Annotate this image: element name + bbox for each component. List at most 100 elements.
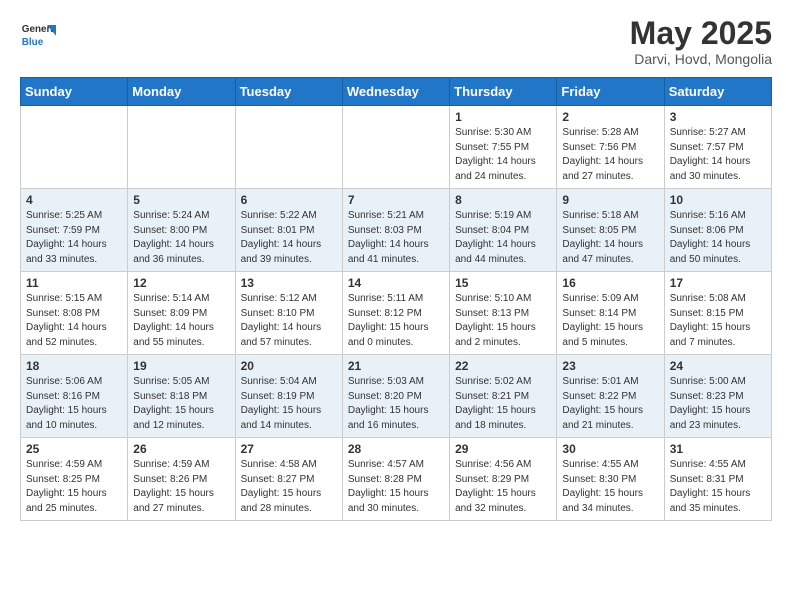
calendar-cell: 30 Sunrise: 4:55 AM Sunset: 8:30 PM Dayli… (557, 438, 664, 521)
calendar-cell: 27Sunrise: 4:58 AM Sunset: 8:27 PM Dayli… (235, 438, 342, 521)
calendar-cell: 13 Sunrise: 5:12 AM Sunset: 8:10 PM Dayli… (235, 272, 342, 355)
day-number: 13 (241, 276, 337, 290)
day-info: Sunrise: 5:19 AM Sunset: 8:04 PM Dayligh… (455, 209, 551, 267)
title-location: Darvi, Hovd, Mongolia (630, 51, 772, 67)
day-number: 14 (348, 276, 444, 290)
calendar-cell: 20 Sunrise: 5:04 AM Sunset: 8:19 PM Dayli… (235, 355, 342, 438)
title-month: May 2025 (630, 16, 772, 51)
day-number: 9 (562, 193, 658, 207)
logo-icon: General Blue (20, 16, 56, 52)
day-number: 1 (455, 110, 551, 124)
calendar-cell: 9 Sunrise: 5:18 AM Sunset: 8:05 PM Daylig… (557, 189, 664, 272)
day-info: Sunrise: 5:14 AM Sunset: 8:09 PM Dayligh… (133, 292, 229, 350)
calendar-cell: 5Sunrise: 5:24 AM Sunset: 8:00 PM Daylig… (128, 189, 235, 272)
title-block: May 2025 Darvi, Hovd, Mongolia (630, 16, 772, 67)
calendar-cell: 25 Sunrise: 4:59 AM Sunset: 8:25 PM Dayli… (21, 438, 128, 521)
day-info: Sunrise: 5:10 AM Sunset: 8:13 PM Dayligh… (455, 292, 551, 350)
calendar-cell: 8 Sunrise: 5:19 AM Sunset: 8:04 PM Daylig… (450, 189, 557, 272)
calendar-week-1: 1 Sunrise: 5:30 AM Sunset: 7:55 PM Daylig… (21, 106, 772, 189)
day-number: 16 (562, 276, 658, 290)
day-number: 5 (133, 193, 229, 207)
day-number: 19 (133, 359, 229, 373)
day-info: Sunrise: 4:58 AM Sunset: 8:27 PM Dayligh… (241, 458, 337, 516)
col-friday: Friday (557, 78, 664, 106)
calendar-cell: 16Sunrise: 5:09 AM Sunset: 8:14 PM Dayli… (557, 272, 664, 355)
calendar-cell: 1 Sunrise: 5:30 AM Sunset: 7:55 PM Daylig… (450, 106, 557, 189)
day-info: Sunrise: 5:28 AM Sunset: 7:56 PM Dayligh… (562, 126, 658, 184)
calendar-cell: 22Sunrise: 5:02 AM Sunset: 8:21 PM Dayli… (450, 355, 557, 438)
day-info: Sunrise: 4:55 AM Sunset: 8:31 PM Dayligh… (670, 458, 766, 516)
day-number: 29 (455, 442, 551, 456)
day-info: Sunrise: 5:18 AM Sunset: 8:05 PM Dayligh… (562, 209, 658, 267)
calendar-cell: 31 Sunrise: 4:55 AM Sunset: 8:31 PM Dayli… (664, 438, 771, 521)
day-info: Sunrise: 5:05 AM Sunset: 8:18 PM Dayligh… (133, 375, 229, 433)
day-info: Sunrise: 5:30 AM Sunset: 7:55 PM Dayligh… (455, 126, 551, 184)
calendar-cell: 24Sunrise: 5:00 AM Sunset: 8:23 PM Dayli… (664, 355, 771, 438)
day-info: Sunrise: 5:02 AM Sunset: 8:21 PM Dayligh… (455, 375, 551, 433)
calendar-week-2: 4Sunrise: 5:25 AM Sunset: 7:59 PM Daylig… (21, 189, 772, 272)
day-info: Sunrise: 5:12 AM Sunset: 8:10 PM Dayligh… (241, 292, 337, 350)
logo: General Blue (20, 16, 56, 52)
calendar-cell (128, 106, 235, 189)
day-info: Sunrise: 4:59 AM Sunset: 8:26 PM Dayligh… (133, 458, 229, 516)
day-number: 26 (133, 442, 229, 456)
calendar-cell: 11 Sunrise: 5:15 AM Sunset: 8:08 PM Dayli… (21, 272, 128, 355)
calendar-table: Sunday Monday Tuesday Wednesday Thursday… (20, 77, 772, 521)
calendar-cell (235, 106, 342, 189)
svg-text:Blue: Blue (22, 37, 44, 48)
calendar-cell: 29 Sunrise: 4:56 AM Sunset: 8:29 PM Dayli… (450, 438, 557, 521)
day-number: 31 (670, 442, 766, 456)
day-number: 30 (562, 442, 658, 456)
day-number: 8 (455, 193, 551, 207)
day-info: Sunrise: 5:16 AM Sunset: 8:06 PM Dayligh… (670, 209, 766, 267)
day-number: 2 (562, 110, 658, 124)
calendar-cell: 19 Sunrise: 5:05 AM Sunset: 8:18 PM Dayli… (128, 355, 235, 438)
col-sunday: Sunday (21, 78, 128, 106)
calendar-cell: 6 Sunrise: 5:22 AM Sunset: 8:01 PM Daylig… (235, 189, 342, 272)
header-row: Sunday Monday Tuesday Wednesday Thursday… (21, 78, 772, 106)
calendar-cell: 14Sunrise: 5:11 AM Sunset: 8:12 PM Dayli… (342, 272, 449, 355)
day-number: 7 (348, 193, 444, 207)
calendar-cell: 10 Sunrise: 5:16 AM Sunset: 8:06 PM Dayli… (664, 189, 771, 272)
day-info: Sunrise: 5:04 AM Sunset: 8:19 PM Dayligh… (241, 375, 337, 433)
day-number: 6 (241, 193, 337, 207)
day-number: 28 (348, 442, 444, 456)
col-thursday: Thursday (450, 78, 557, 106)
calendar-cell: 7 Sunrise: 5:21 AM Sunset: 8:03 PM Daylig… (342, 189, 449, 272)
day-number: 23 (562, 359, 658, 373)
day-number: 11 (26, 276, 122, 290)
calendar-cell: 26 Sunrise: 4:59 AM Sunset: 8:26 PM Dayli… (128, 438, 235, 521)
calendar-cell: 12Sunrise: 5:14 AM Sunset: 8:09 PM Dayli… (128, 272, 235, 355)
day-number: 3 (670, 110, 766, 124)
calendar-cell (21, 106, 128, 189)
day-info: Sunrise: 4:59 AM Sunset: 8:25 PM Dayligh… (26, 458, 122, 516)
day-info: Sunrise: 5:27 AM Sunset: 7:57 PM Dayligh… (670, 126, 766, 184)
calendar-cell: 15 Sunrise: 5:10 AM Sunset: 8:13 PM Dayli… (450, 272, 557, 355)
day-number: 10 (670, 193, 766, 207)
col-tuesday: Tuesday (235, 78, 342, 106)
calendar-cell: 28 Sunrise: 4:57 AM Sunset: 8:28 PM Dayli… (342, 438, 449, 521)
day-info: Sunrise: 5:21 AM Sunset: 8:03 PM Dayligh… (348, 209, 444, 267)
day-number: 18 (26, 359, 122, 373)
day-info: Sunrise: 4:55 AM Sunset: 8:30 PM Dayligh… (562, 458, 658, 516)
day-number: 20 (241, 359, 337, 373)
day-info: Sunrise: 4:56 AM Sunset: 8:29 PM Dayligh… (455, 458, 551, 516)
day-info: Sunrise: 5:08 AM Sunset: 8:15 PM Dayligh… (670, 292, 766, 350)
day-info: Sunrise: 5:15 AM Sunset: 8:08 PM Dayligh… (26, 292, 122, 350)
calendar-cell: 21 Sunrise: 5:03 AM Sunset: 8:20 PM Dayli… (342, 355, 449, 438)
col-wednesday: Wednesday (342, 78, 449, 106)
day-number: 15 (455, 276, 551, 290)
calendar-cell: 4Sunrise: 5:25 AM Sunset: 7:59 PM Daylig… (21, 189, 128, 272)
day-info: Sunrise: 5:03 AM Sunset: 8:20 PM Dayligh… (348, 375, 444, 433)
day-info: Sunrise: 4:57 AM Sunset: 8:28 PM Dayligh… (348, 458, 444, 516)
header: General Blue May 2025 Darvi, Hovd, Mongo… (20, 16, 772, 67)
day-info: Sunrise: 5:01 AM Sunset: 8:22 PM Dayligh… (562, 375, 658, 433)
page: General Blue May 2025 Darvi, Hovd, Mongo… (0, 0, 792, 537)
calendar-cell: 3 Sunrise: 5:27 AM Sunset: 7:57 PM Daylig… (664, 106, 771, 189)
day-info: Sunrise: 5:22 AM Sunset: 8:01 PM Dayligh… (241, 209, 337, 267)
day-number: 25 (26, 442, 122, 456)
day-number: 21 (348, 359, 444, 373)
col-saturday: Saturday (664, 78, 771, 106)
calendar-week-3: 11 Sunrise: 5:15 AM Sunset: 8:08 PM Dayli… (21, 272, 772, 355)
day-number: 24 (670, 359, 766, 373)
